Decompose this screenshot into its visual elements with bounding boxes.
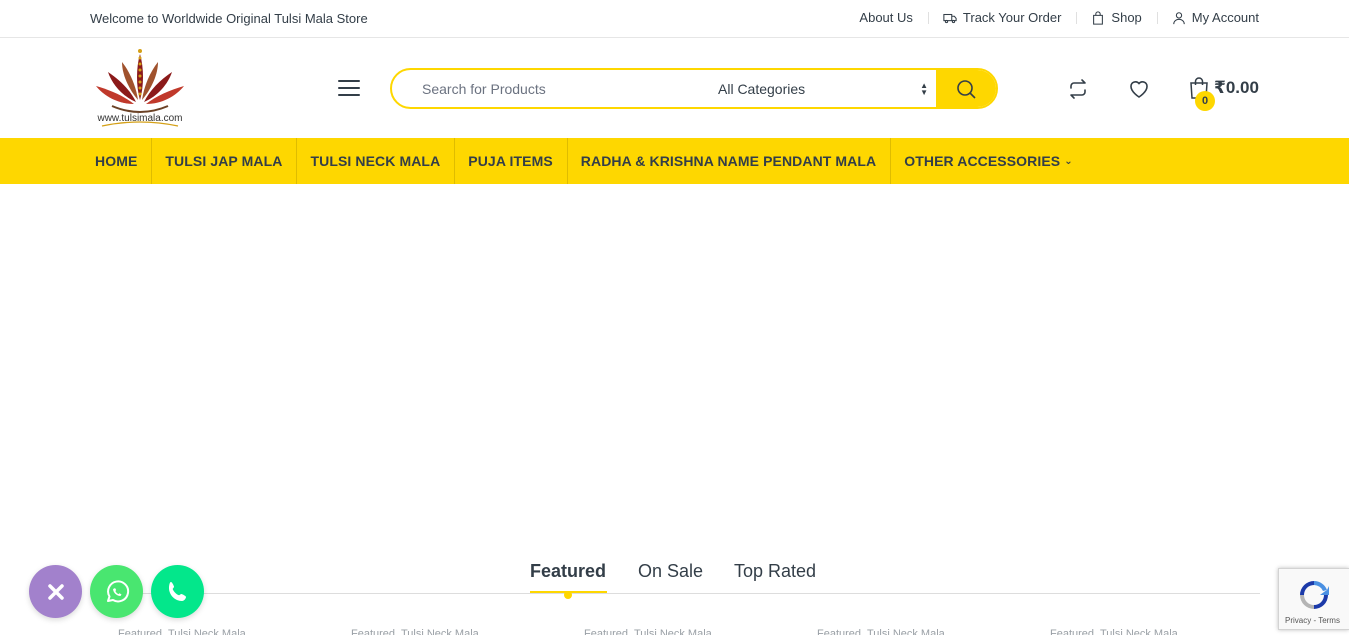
product-tabs: Featured On Sale Top Rated bbox=[90, 558, 1260, 594]
track-order-link[interactable]: Track Your Order bbox=[927, 10, 1077, 25]
my-account-link[interactable]: My Account bbox=[1156, 10, 1259, 25]
search-button[interactable] bbox=[936, 70, 996, 107]
select-arrows-icon: ▲ ▼ bbox=[920, 81, 928, 97]
nav-item-label: TULSI JAP MALA bbox=[165, 153, 283, 169]
nav-item-tulsi-neck-mala[interactable]: TULSI NECK MALA bbox=[296, 138, 454, 184]
tulsi-mala-logo-icon: www.tulsimala.com bbox=[96, 49, 184, 127]
phone-call-button[interactable] bbox=[151, 565, 204, 618]
nav-item-label: OTHER ACCESSORIES bbox=[904, 153, 1061, 169]
product-category-label[interactable]: Featured, Tulsi Neck Mala bbox=[118, 628, 259, 635]
whatsapp-icon bbox=[106, 579, 129, 602]
chevron-down-icon: ⌄ bbox=[1064, 155, 1073, 167]
tab-featured[interactable]: Featured bbox=[530, 561, 606, 582]
search-icon bbox=[957, 79, 976, 99]
recaptcha-terms-link[interactable]: Privacy - Terms bbox=[1285, 616, 1340, 625]
nav-item-label: TULSI NECK MALA bbox=[310, 153, 441, 169]
product-category-label[interactable]: Featured, Tulsi Neck Mala bbox=[584, 628, 725, 635]
truck-icon bbox=[943, 13, 957, 23]
about-us-label: About Us bbox=[859, 10, 913, 25]
welcome-message: Welcome to Worldwide Original Tulsi Mala… bbox=[90, 11, 368, 26]
nav-item-label: HOME bbox=[95, 153, 138, 169]
my-account-label: My Account bbox=[1191, 10, 1259, 25]
cart-count-badge: 0 bbox=[1195, 91, 1215, 111]
hamburger-icon-line bbox=[338, 94, 360, 96]
whatsapp-button[interactable] bbox=[90, 565, 143, 618]
about-us-link[interactable]: About Us bbox=[844, 10, 927, 25]
nav-item-other-accessories[interactable]: OTHER ACCESSORIES ⌄ bbox=[890, 138, 1086, 184]
shopping-bag-icon bbox=[1093, 10, 1104, 25]
search-bar: All Categories ▲▼ bbox=[390, 68, 998, 109]
product-category-row: Featured, Tulsi Neck Mala Featured, Tuls… bbox=[118, 628, 1191, 635]
tab-on-sale[interactable]: On Sale bbox=[638, 561, 703, 582]
product-category-label[interactable]: Featured, Tulsi Neck Mala bbox=[351, 628, 492, 635]
shop-link[interactable]: Shop bbox=[1076, 10, 1156, 25]
nav-item-home[interactable]: HOME bbox=[81, 138, 151, 184]
nav-item-label: RADHA & KRISHNA NAME PENDANT MALA bbox=[580, 153, 877, 169]
track-order-label: Track Your Order bbox=[962, 10, 1062, 25]
compare-icon[interactable] bbox=[1067, 78, 1089, 100]
category-select-value: All Categories bbox=[718, 80, 806, 97]
nav-item-radha-krishna-pendant[interactable]: RADHA & KRISHNA NAME PENDANT MALA bbox=[566, 138, 890, 184]
site-logo[interactable]: www.tulsimala.com bbox=[92, 48, 188, 130]
top-links: About Us Track Your Order Shop My Accoun… bbox=[844, 10, 1259, 25]
recaptcha-icon bbox=[1300, 581, 1329, 609]
top-bar: Welcome to Worldwide Original Tulsi Mala… bbox=[0, 0, 1349, 38]
hamburger-icon-line bbox=[338, 80, 360, 82]
search-input[interactable] bbox=[392, 70, 692, 107]
phone-icon bbox=[168, 581, 186, 601]
category-select[interactable]: All Categories ▲ ▼ bbox=[718, 70, 938, 107]
product-category-label[interactable]: Featured, Tulsi Neck Mala bbox=[817, 628, 958, 635]
hamburger-icon-line bbox=[338, 87, 360, 89]
nav-item-puja-items[interactable]: PUJA ITEMS bbox=[454, 138, 567, 184]
nav-item-tulsi-jap-mala[interactable]: TULSI JAP MALA bbox=[151, 138, 296, 184]
cart-total: ₹0.00 bbox=[1214, 78, 1259, 97]
tab-top-rated[interactable]: Top Rated bbox=[734, 561, 816, 582]
close-contact-button[interactable] bbox=[29, 565, 82, 618]
shop-label: Shop bbox=[1111, 10, 1142, 25]
cart-button[interactable]: 0 ₹0.00 bbox=[1188, 76, 1259, 111]
wishlist-heart-icon[interactable] bbox=[1128, 78, 1150, 100]
recaptcha-badge[interactable]: Privacy - Terms bbox=[1278, 568, 1349, 630]
user-icon bbox=[1173, 11, 1185, 24]
active-tab-dot bbox=[564, 591, 572, 599]
main-navigation: HOME TULSI JAP MALA TULSI NECK MALA PUJA… bbox=[0, 138, 1349, 184]
close-icon bbox=[47, 583, 64, 600]
menu-toggle-button[interactable] bbox=[338, 80, 360, 98]
nav-item-label: PUJA ITEMS bbox=[468, 153, 553, 169]
product-category-label[interactable]: Featured, Tulsi Neck Mala bbox=[1050, 628, 1191, 635]
